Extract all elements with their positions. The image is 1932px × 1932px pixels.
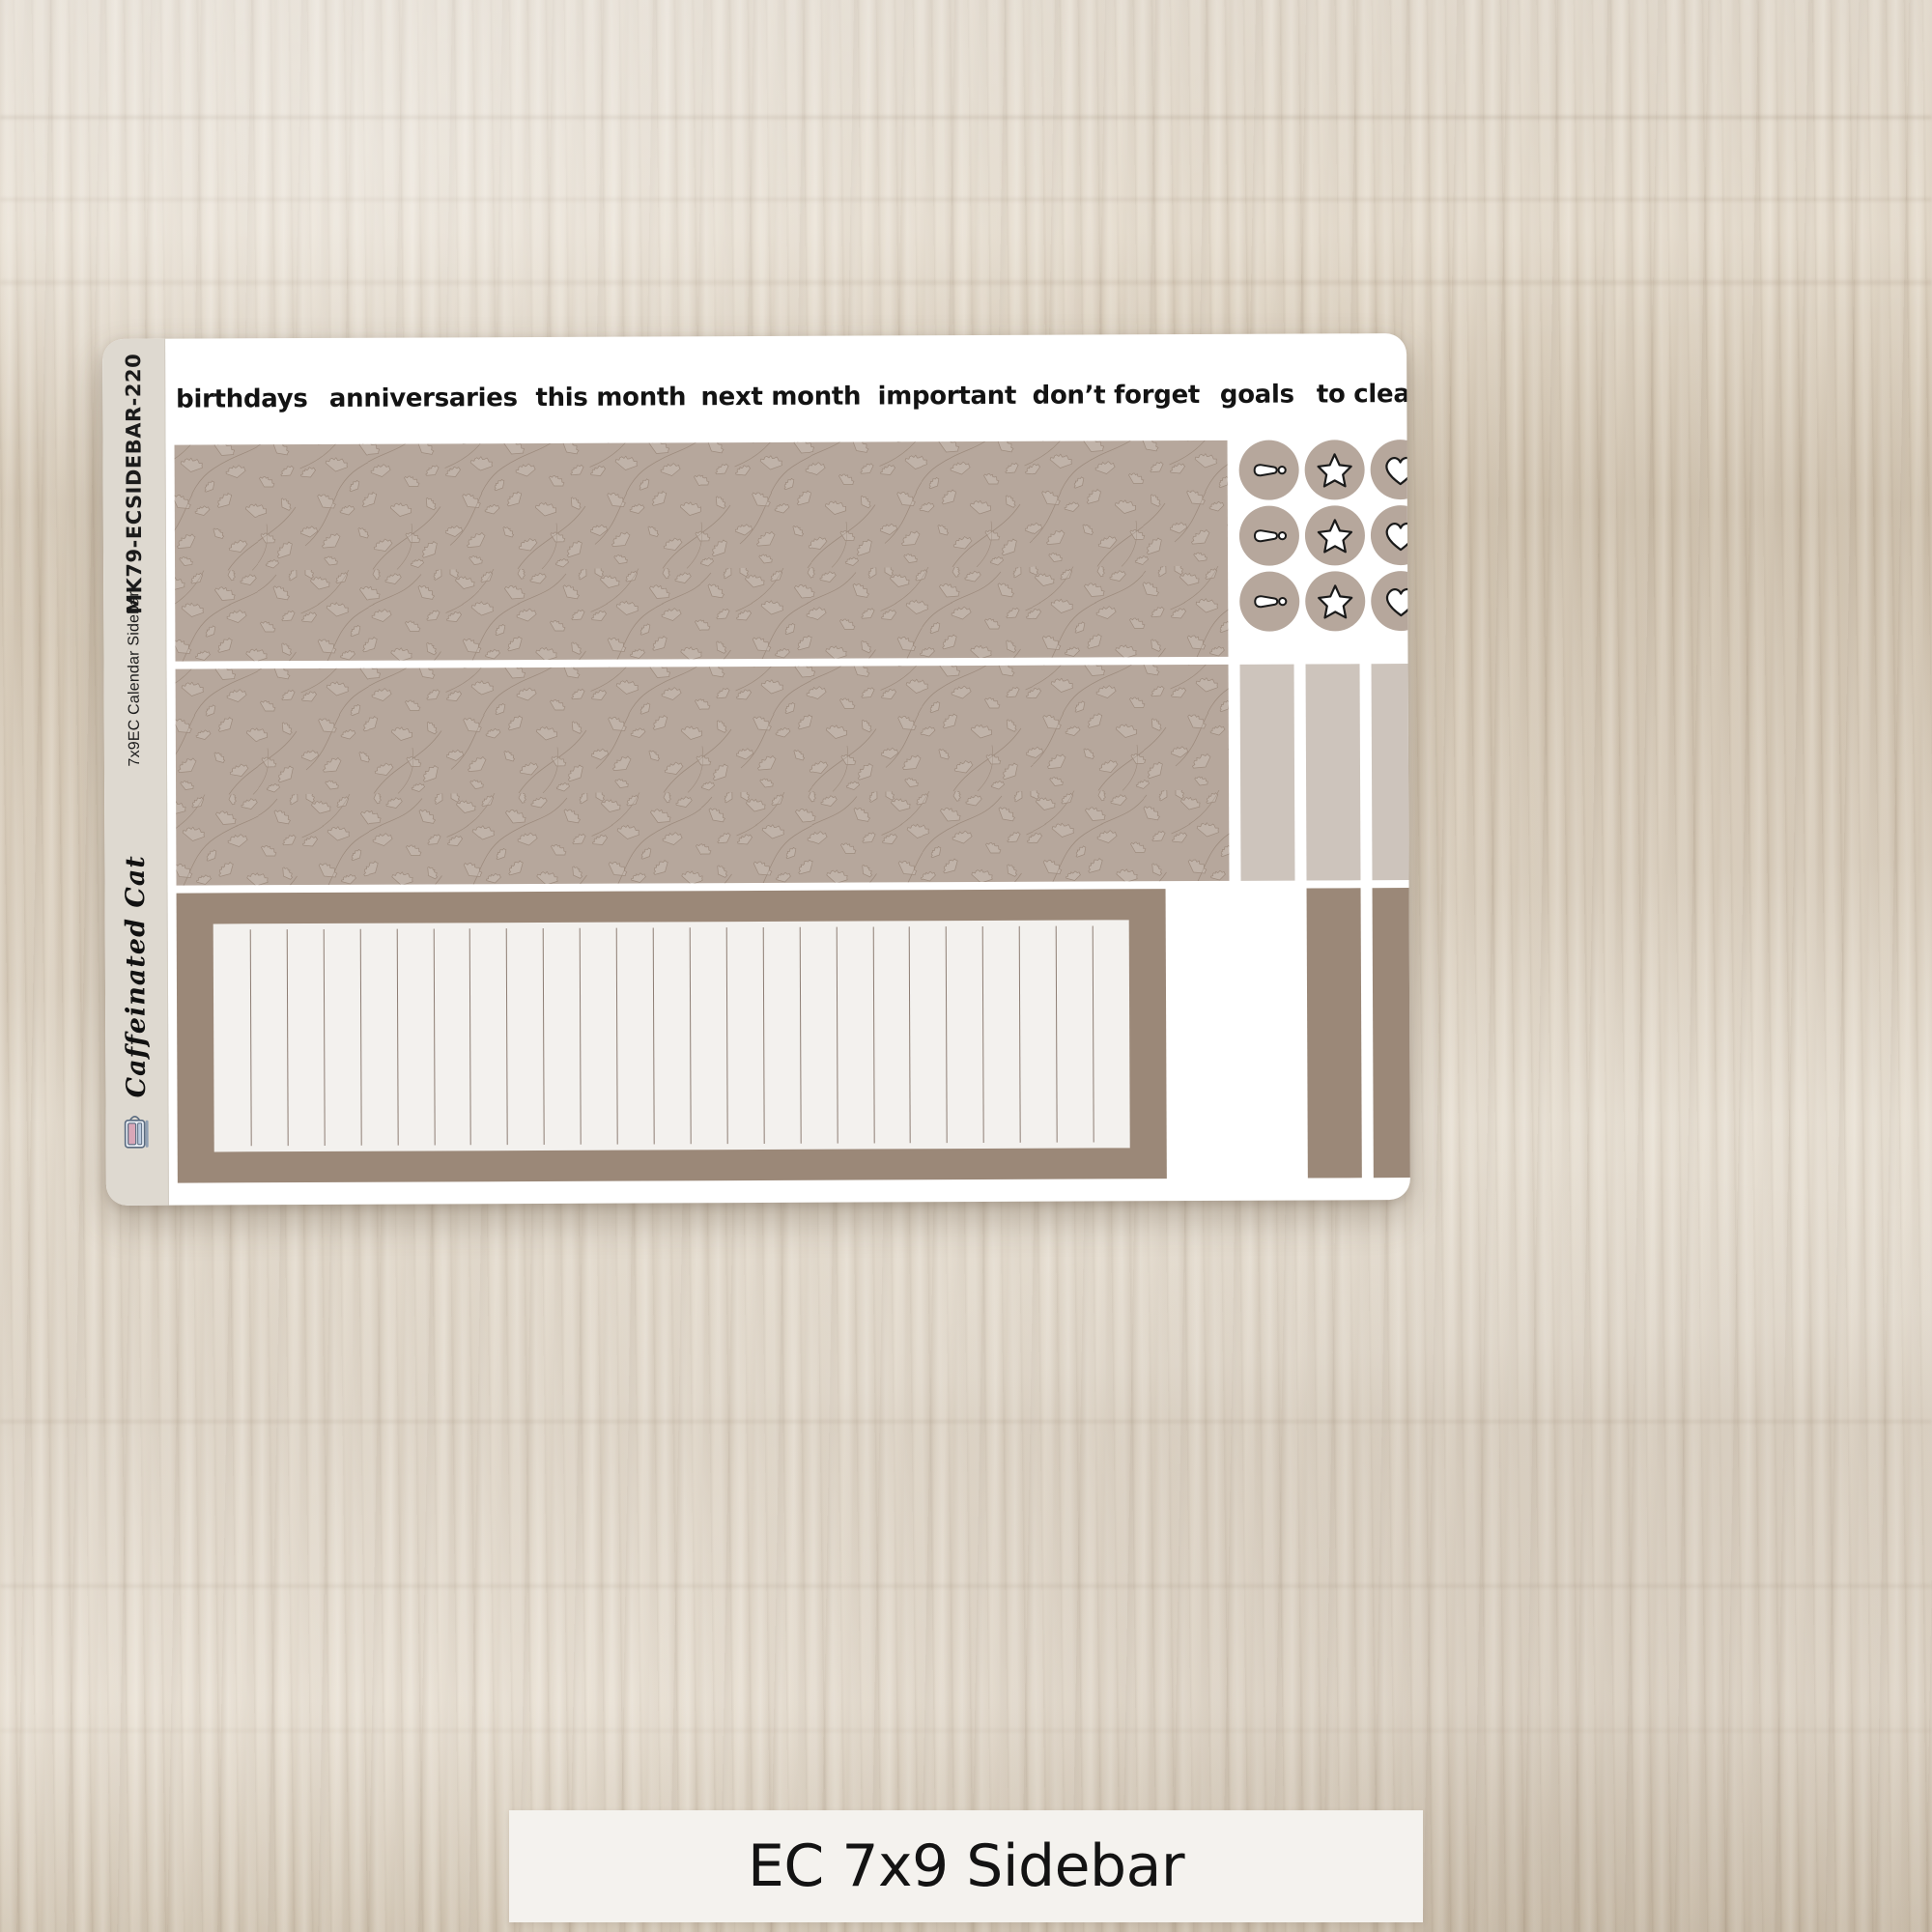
icon-sticker-star-1[interactable]	[1304, 440, 1365, 500]
notes-divider-line	[762, 926, 765, 1144]
botanical-panel-top[interactable]	[174, 440, 1229, 662]
star-icon	[1316, 516, 1354, 554]
notes-divider-line	[1092, 925, 1094, 1143]
notes-divider-line	[799, 926, 802, 1144]
header-label-dont-forget: don’t forget	[1032, 380, 1201, 411]
notes-divider-line	[652, 927, 655, 1145]
caption-banner: EC 7x9 Sidebar	[509, 1810, 1423, 1922]
notes-divider-line	[323, 928, 326, 1146]
icon-sticker-heart-2[interactable]	[1370, 504, 1410, 566]
exclamation-icon	[1250, 451, 1289, 490]
heart-icon	[1381, 582, 1410, 620]
icon-sticker-exclamation-2[interactable]	[1238, 505, 1300, 566]
icon-sticker-heart-3[interactable]	[1371, 570, 1410, 632]
sheet-side-strip: MK79-ECSIDEBAR-220 7x9EC Calendar Sideba…	[102, 338, 169, 1206]
notes-divider-line	[505, 928, 508, 1146]
icon-sticker-star-3[interactable]	[1305, 571, 1366, 632]
light-bar-2[interactable]	[1305, 664, 1361, 881]
header-label-important: important	[877, 381, 1017, 412]
icon-sticker-star-2[interactable]	[1304, 505, 1366, 566]
brand-signature: Caffeinated Cat	[120, 855, 152, 1098]
notes-divider-line	[359, 928, 362, 1146]
notes-divider-line	[836, 926, 838, 1144]
notes-divider-line	[1055, 925, 1058, 1143]
notes-divider-line	[1018, 925, 1021, 1143]
sku-label: MK79-ECSIDEBAR-220	[122, 353, 147, 614]
notes-divider-line	[945, 926, 948, 1144]
notes-divider-line	[725, 927, 728, 1145]
header-label-to-clean: to clean	[1316, 379, 1410, 410]
sticker-roll-icon	[123, 1109, 152, 1150]
light-bar-3[interactable]	[1371, 663, 1410, 881]
heart-icon	[1381, 450, 1410, 489]
exclamation-icon	[1250, 582, 1289, 621]
header-label-this-month: this month	[535, 383, 687, 412]
notes-inner-panel	[213, 920, 1130, 1152]
dark-bar-2[interactable]	[1372, 887, 1410, 1179]
icon-sticker-heart-1[interactable]	[1370, 439, 1410, 500]
notes-divider-line	[249, 929, 252, 1147]
notes-divider-line	[908, 926, 911, 1144]
caption-text: EC 7x9 Sidebar	[747, 1833, 1185, 1900]
star-icon	[1316, 582, 1354, 620]
header-label-row: birthdays anniversaries this month next …	[164, 355, 1410, 440]
lined-notes-box[interactable]	[176, 889, 1167, 1183]
notes-divider-line	[981, 925, 984, 1143]
light-bar-1[interactable]	[1239, 664, 1295, 881]
sheet-name-label: 7x9EC Calendar Sidebar	[126, 591, 143, 767]
heart-icon	[1381, 516, 1410, 554]
exclamation-icon	[1250, 517, 1289, 555]
icon-sticker-exclamation-3[interactable]	[1239, 571, 1300, 632]
notes-divider-line	[396, 928, 399, 1146]
notes-divider-line	[542, 927, 545, 1145]
botanical-panel-bottom[interactable]	[175, 664, 1230, 886]
header-label-birthdays: birthdays	[176, 384, 308, 414]
header-label-goals: goals	[1219, 380, 1294, 410]
notes-divider-line	[689, 927, 692, 1145]
notes-divider-line	[615, 927, 618, 1145]
sticker-sheet[interactable]: MK79-ECSIDEBAR-220 7x9EC Calendar Sideba…	[102, 333, 1410, 1206]
dark-bar-1[interactable]	[1306, 888, 1362, 1179]
notes-divider-line	[286, 929, 289, 1147]
header-label-anniversaries: anniversaries	[328, 384, 518, 413]
header-label-next-month: next month	[700, 382, 862, 412]
notes-divider-line	[433, 928, 436, 1146]
notes-divider-line	[579, 927, 582, 1145]
notes-divider-line	[469, 928, 471, 1146]
icon-sticker-exclamation-1[interactable]	[1238, 440, 1299, 500]
notes-divider-line	[872, 926, 875, 1144]
star-icon	[1316, 450, 1354, 489]
